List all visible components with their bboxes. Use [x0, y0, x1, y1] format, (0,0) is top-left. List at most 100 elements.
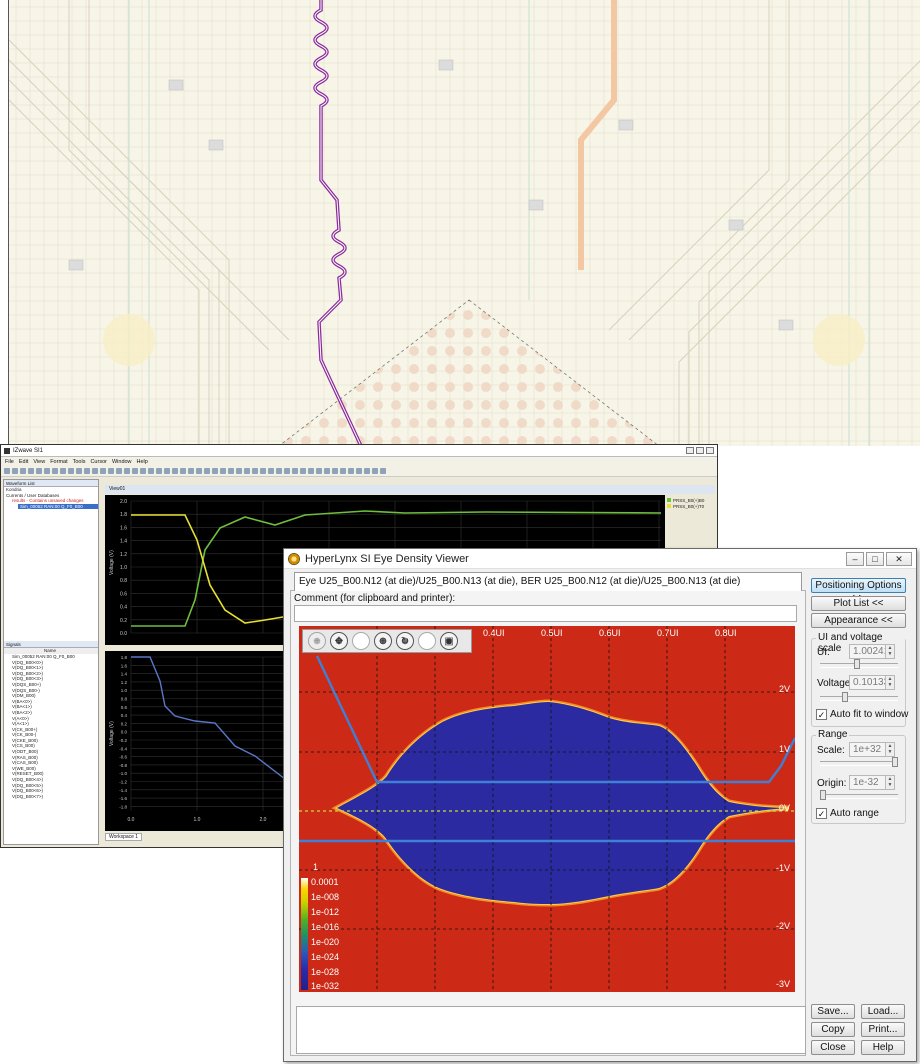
print-button[interactable]: Print...	[861, 1022, 905, 1037]
toolbar-tool-icon[interactable]	[124, 468, 130, 474]
menu-view[interactable]: View	[33, 459, 45, 465]
scale-spinner[interactable]: 1e+32 ▲ ▼	[849, 742, 895, 757]
comment-input[interactable]	[294, 605, 797, 622]
toolbar-tool-icon[interactable]	[252, 468, 258, 474]
auto-range-checkbox[interactable]: ✓ Auto range	[816, 808, 879, 819]
toolbar-tool-icon[interactable]	[340, 468, 346, 474]
toolbar-tool-icon[interactable]	[20, 468, 26, 474]
toolbar-tool-icon[interactable]	[308, 468, 314, 474]
toolbar-tool-icon[interactable]	[268, 468, 274, 474]
close-icon[interactable]	[706, 447, 714, 454]
toolbar-tool-icon[interactable]	[52, 468, 58, 474]
copy-button[interactable]: Copy	[811, 1022, 855, 1037]
toolbar-tool-icon[interactable]	[92, 468, 98, 474]
positioning-options-button[interactable]: Positioning Options >>	[811, 578, 906, 604]
toolbar-tool-icon[interactable]	[212, 468, 218, 474]
maximize-button[interactable]: □	[866, 552, 884, 566]
voltage-slider[interactable]	[820, 692, 898, 702]
toolbar-tool-icon[interactable]	[228, 468, 234, 474]
appearance-button[interactable]: Appearance <<	[811, 613, 906, 628]
scale-slider[interactable]	[820, 757, 898, 767]
toolbar-tool-icon[interactable]	[204, 468, 210, 474]
toolbar-tool-icon[interactable]	[36, 468, 42, 474]
origin-slider[interactable]	[820, 790, 898, 800]
menu-cursor[interactable]: Cursor	[90, 459, 107, 465]
toolbar-tool-icon[interactable]	[148, 468, 154, 474]
view-tab[interactable]: View01	[105, 485, 715, 494]
menu-window[interactable]: Window	[112, 459, 132, 465]
close-window-button[interactable]: ✕	[886, 552, 912, 566]
toolbar-tool-icon[interactable]	[76, 468, 82, 474]
blank-icon[interactable]	[352, 632, 370, 650]
toolbar-tool-icon[interactable]	[292, 468, 298, 474]
maximize-icon[interactable]	[696, 447, 704, 454]
toolbar-tool-icon[interactable]	[28, 468, 34, 474]
origin-spinner[interactable]: 1e-32 ▲ ▼	[849, 775, 895, 790]
workspace-tab[interactable]: Workspace 1	[105, 833, 143, 841]
toolbar-tool-icon[interactable]	[284, 468, 290, 474]
minimize-button[interactable]: –	[846, 552, 864, 566]
toolbar-tool-icon[interactable]	[324, 468, 330, 474]
toolbar-tool-icon[interactable]	[380, 468, 386, 474]
blank-icon[interactable]	[418, 632, 436, 650]
menu-format[interactable]: Format	[50, 459, 67, 465]
tree-item[interactable]: results - Contains unsaved changes	[4, 498, 98, 504]
fit-icon[interactable]: ▣	[440, 632, 458, 650]
save-button[interactable]: Save...	[811, 1004, 855, 1019]
menu-help[interactable]: Help	[137, 459, 148, 465]
toolbar-tool-icon[interactable]	[180, 468, 186, 474]
spinner-arrows-icon[interactable]: ▲ ▼	[885, 676, 894, 689]
toolbar-tool-icon[interactable]	[12, 468, 18, 474]
toolbar-tool-icon[interactable]	[364, 468, 370, 474]
toolbar-tool-icon[interactable]	[260, 468, 266, 474]
toolbar-tool-icon[interactable]	[84, 468, 90, 474]
spinner-arrows-icon[interactable]: ▲ ▼	[885, 776, 894, 789]
toolbar-tool-icon[interactable]	[108, 468, 114, 474]
load-button[interactable]: Load...	[861, 1004, 905, 1019]
voltage-slider-knob[interactable]	[842, 692, 848, 702]
ui-slider-knob[interactable]	[854, 659, 860, 669]
toolbar-tool-icon[interactable]	[100, 468, 106, 474]
auto-fit-checkbox[interactable]: ✓ Auto fit to window	[816, 709, 908, 720]
toolbar-tool-icon[interactable]	[316, 468, 322, 474]
toolbar-tool-icon[interactable]	[68, 468, 74, 474]
toolbar-tool-icon[interactable]	[236, 468, 242, 474]
toolbar-tool-icon[interactable]	[60, 468, 66, 474]
toolbar-tool-icon[interactable]	[172, 468, 178, 474]
close-button[interactable]: Close	[811, 1040, 855, 1055]
toolbar-tool-icon[interactable]	[332, 468, 338, 474]
menu-tools[interactable]: Tools	[73, 459, 86, 465]
checkbox-check-icon[interactable]: ✓	[816, 709, 827, 720]
toolbar-tool-icon[interactable]	[276, 468, 282, 474]
toolbar-tool-icon[interactable]	[300, 468, 306, 474]
toolbar-tool-icon[interactable]	[156, 468, 162, 474]
toolbar-tool-icon[interactable]	[372, 468, 378, 474]
toolbar-tool-icon[interactable]	[140, 468, 146, 474]
minimize-icon[interactable]	[686, 447, 694, 454]
ui-spinner[interactable]: 1.00241 ▲ ▼	[849, 644, 895, 659]
toolbar-tool-icon[interactable]	[220, 468, 226, 474]
toolbar-tool-icon[interactable]	[356, 468, 362, 474]
menu-edit[interactable]: Edit	[19, 459, 28, 465]
pan-icon[interactable]: ✥	[330, 632, 348, 650]
toolbar-tool-icon[interactable]	[188, 468, 194, 474]
eye-density-plot[interactable]: 0.4UI 0.5UI 0.6UI 0.7UI 0.8UI 2V 1V 0V -…	[299, 626, 795, 992]
scale-slider-knob[interactable]	[892, 757, 898, 767]
crosshair-icon[interactable]: ⊕	[374, 632, 392, 650]
toolbar-tool-icon[interactable]	[164, 468, 170, 474]
info-output-box[interactable]	[296, 1006, 806, 1054]
origin-slider-knob[interactable]	[820, 790, 826, 800]
toolbar-tool-icon[interactable]	[132, 468, 138, 474]
toolbar-tool-icon[interactable]	[44, 468, 50, 474]
zoom-in-icon[interactable]: +	[308, 632, 326, 650]
help-button[interactable]: Help	[861, 1040, 905, 1055]
toolbar-tool-icon[interactable]	[4, 468, 10, 474]
toolbar-tool-icon[interactable]	[348, 468, 354, 474]
toolbar-tool-icon[interactable]	[196, 468, 202, 474]
toolbar-tool-icon[interactable]	[116, 468, 122, 474]
eye-tab[interactable]: Eye U25_B00.N12 (at die)/U25_B00.N13 (at…	[294, 572, 802, 591]
toolbar-tool-icon[interactable]	[244, 468, 250, 474]
plot-list-button[interactable]: Plot List <<	[811, 596, 906, 611]
menu-file[interactable]: File	[5, 459, 14, 465]
spinner-arrows-icon[interactable]: ▲ ▼	[885, 743, 894, 756]
